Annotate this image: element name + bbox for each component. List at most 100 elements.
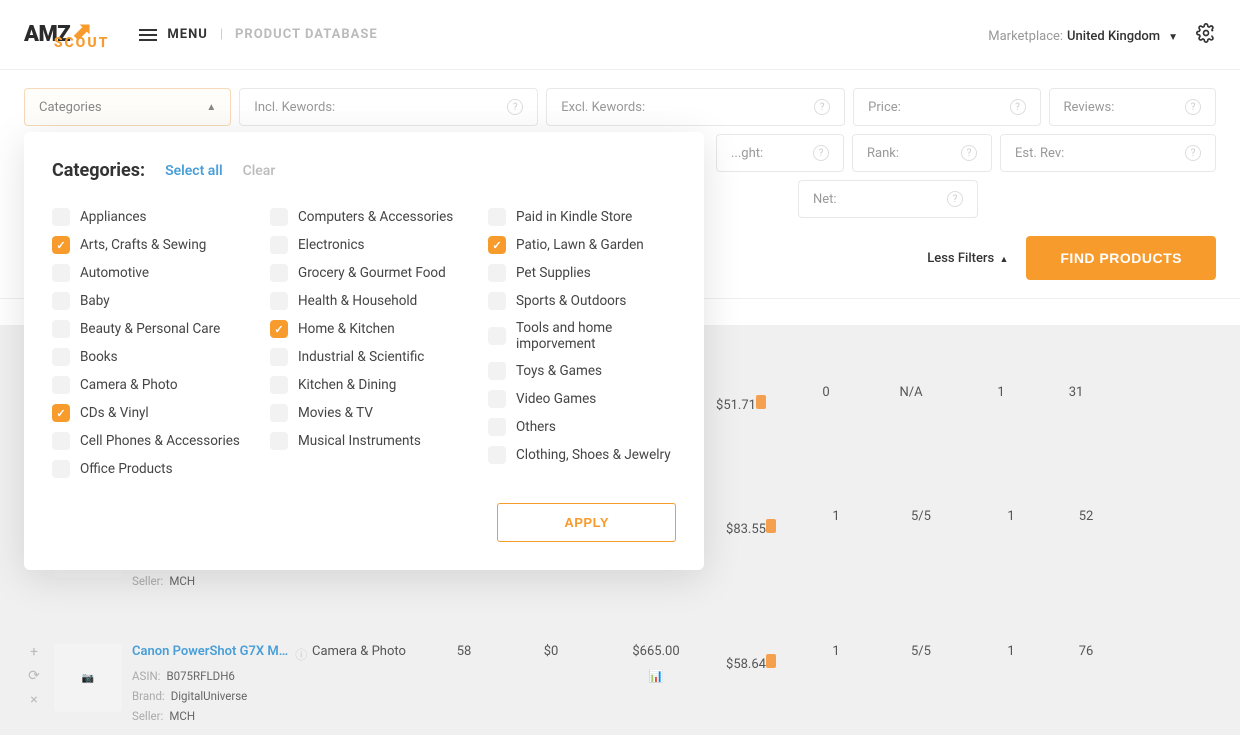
- help-icon[interactable]: ?: [947, 191, 963, 207]
- calc-icon[interactable]: [766, 519, 776, 533]
- plus-icon[interactable]: +: [30, 644, 38, 660]
- logo[interactable]: AMZ ⬈ SCOUT: [24, 21, 109, 49]
- checkbox[interactable]: [270, 292, 288, 310]
- checkbox[interactable]: [52, 460, 70, 478]
- category-label: Arts, Crafts & Sewing: [80, 237, 206, 253]
- category-item[interactable]: Office Products: [52, 455, 240, 483]
- checkbox[interactable]: [52, 348, 70, 366]
- checkbox[interactable]: [488, 446, 506, 464]
- checkbox[interactable]: [270, 404, 288, 422]
- category-item[interactable]: Pet Supplies: [488, 259, 676, 287]
- checkbox[interactable]: [488, 327, 506, 345]
- checkbox[interactable]: [270, 376, 288, 394]
- help-icon[interactable]: ?: [1185, 145, 1201, 161]
- checkbox[interactable]: [52, 376, 70, 394]
- category-item[interactable]: Movies & TV: [270, 399, 458, 427]
- checkbox[interactable]: [270, 236, 288, 254]
- checkbox[interactable]: [488, 418, 506, 436]
- category-item[interactable]: Beauty & Personal Care: [52, 315, 240, 343]
- help-icon[interactable]: ?: [961, 145, 977, 161]
- category-item[interactable]: Baby: [52, 287, 240, 315]
- category-item[interactable]: Patio, Lawn & Garden: [488, 231, 676, 259]
- help-icon[interactable]: ?: [1010, 99, 1026, 115]
- cell-value: $51.71: [716, 398, 756, 413]
- calc-icon[interactable]: [766, 654, 776, 668]
- checkbox[interactable]: [488, 362, 506, 380]
- category-item[interactable]: Cell Phones & Accessories: [52, 427, 240, 455]
- excl-keywords-input[interactable]: Excl. Kewords: ?: [546, 88, 845, 126]
- info-icon[interactable]: ⓘ: [295, 648, 307, 662]
- category-item[interactable]: Industrial & Scientific: [270, 343, 458, 371]
- checkbox[interactable]: [52, 264, 70, 282]
- checkbox[interactable]: [488, 236, 506, 254]
- category-item[interactable]: Computers & Accessories: [270, 203, 458, 231]
- marketplace-selector[interactable]: Marketplace: United Kingdom ▼: [988, 25, 1178, 44]
- clear-link[interactable]: Clear: [243, 163, 276, 179]
- checkbox[interactable]: [488, 264, 506, 282]
- checkbox[interactable]: [52, 432, 70, 450]
- checkbox[interactable]: [52, 236, 70, 254]
- categories-dropdown[interactable]: Categories ▲: [24, 88, 231, 126]
- chart-icon[interactable]: 📊: [606, 669, 706, 683]
- incl-keywords-input[interactable]: Incl. Kewords: ?: [239, 88, 538, 126]
- weight-input[interactable]: ...ght: ?: [716, 134, 844, 172]
- category-item[interactable]: Sports & Outdoors: [488, 287, 676, 315]
- hamburger-icon[interactable]: [139, 26, 157, 44]
- price-input[interactable]: Price: ?: [853, 88, 1040, 126]
- find-products-button[interactable]: FIND PRODUCTS: [1026, 236, 1216, 280]
- select-all-link[interactable]: Select all: [165, 163, 223, 179]
- est-rev-input[interactable]: Est. Rev: ?: [1000, 134, 1216, 172]
- chevron-up-icon: ▲: [999, 255, 1008, 265]
- reviews-input[interactable]: Reviews: ?: [1049, 88, 1216, 126]
- category-item[interactable]: Books: [52, 343, 240, 371]
- menu-label[interactable]: MENU: [167, 27, 207, 42]
- checkbox[interactable]: [270, 320, 288, 338]
- category-item[interactable]: Appliances: [52, 203, 240, 231]
- checkbox[interactable]: [270, 348, 288, 366]
- checkbox[interactable]: [52, 320, 70, 338]
- less-filters-toggle[interactable]: Less Filters ▲: [927, 251, 1008, 266]
- category-item[interactable]: Electronics: [270, 231, 458, 259]
- category-item[interactable]: Musical Instruments: [270, 427, 458, 455]
- gear-icon[interactable]: [1196, 23, 1216, 47]
- category-item[interactable]: Camera & Photo: [52, 371, 240, 399]
- chevron-up-icon: ▲: [206, 102, 216, 113]
- checkbox[interactable]: [52, 292, 70, 310]
- checkbox[interactable]: [488, 390, 506, 408]
- category-item[interactable]: Paid in Kindle Store: [488, 203, 676, 231]
- category-item[interactable]: Arts, Crafts & Sewing: [52, 231, 240, 259]
- category-item[interactable]: Others: [488, 413, 676, 441]
- category-item[interactable]: Home & Kitchen: [270, 315, 458, 343]
- category-item[interactable]: Clothing, Shoes & Jewelry: [488, 441, 676, 469]
- refresh-icon[interactable]: ⟳: [28, 668, 40, 684]
- category-item[interactable]: Tools and home imporvement: [488, 315, 676, 357]
- product-thumbnail[interactable]: 📷: [54, 644, 122, 712]
- checkbox[interactable]: [488, 208, 506, 226]
- close-icon[interactable]: ×: [30, 692, 37, 708]
- checkbox[interactable]: [270, 264, 288, 282]
- checkbox[interactable]: [52, 208, 70, 226]
- category-item[interactable]: Grocery & Gourmet Food: [270, 259, 458, 287]
- product-title[interactable]: Canon PowerShot G7X Mark...: [132, 644, 292, 659]
- calc-icon[interactable]: [756, 395, 766, 409]
- help-icon[interactable]: ?: [1185, 99, 1201, 115]
- net-input[interactable]: Net: ?: [798, 180, 978, 218]
- category-item[interactable]: Video Games: [488, 385, 676, 413]
- category-item[interactable]: Automotive: [52, 259, 240, 287]
- checkbox[interactable]: [52, 404, 70, 422]
- apply-button[interactable]: APPLY: [497, 503, 676, 542]
- category-item[interactable]: Health & Household: [270, 287, 458, 315]
- category-label: Baby: [80, 293, 110, 309]
- category-item[interactable]: CDs & Vinyl: [52, 399, 240, 427]
- cell-value: 76: [1079, 644, 1094, 659]
- category-item[interactable]: Toys & Games: [488, 357, 676, 385]
- help-icon[interactable]: ?: [813, 145, 829, 161]
- rank-input[interactable]: Rank: ?: [852, 134, 992, 172]
- checkbox[interactable]: [270, 208, 288, 226]
- checkbox[interactable]: [270, 432, 288, 450]
- checkbox[interactable]: [488, 292, 506, 310]
- help-icon[interactable]: ?: [507, 99, 523, 115]
- category-item[interactable]: Kitchen & Dining: [270, 371, 458, 399]
- help-icon[interactable]: ?: [814, 99, 830, 115]
- cell-value: N/A: [899, 385, 922, 400]
